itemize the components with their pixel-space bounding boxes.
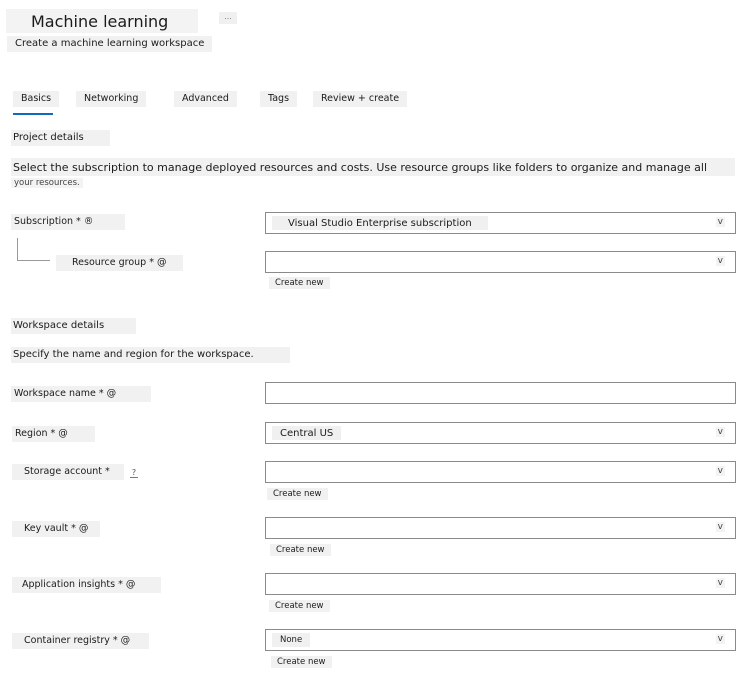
project-description: Select the subscription to manage deploy… bbox=[11, 158, 735, 176]
create-new-storage-link[interactable]: Create new bbox=[267, 488, 328, 500]
subscription-value: Visual Studio Enterprise subscription bbox=[272, 216, 488, 230]
tab-review-create[interactable]: Review + create bbox=[313, 91, 408, 107]
region-label: Region * @ bbox=[12, 426, 95, 442]
tab-advanced[interactable]: Advanced bbox=[174, 91, 237, 107]
tree-connector bbox=[17, 260, 50, 261]
chevron-down-icon: v bbox=[715, 634, 725, 644]
resource-group-label: Resource group * @ bbox=[56, 255, 183, 271]
help-icon[interactable]: ? bbox=[130, 467, 138, 478]
project-details-heading: Project details bbox=[11, 130, 110, 146]
workspace-description: Specify the name and region for the work… bbox=[11, 347, 290, 363]
storage-account-select[interactable]: v bbox=[265, 461, 736, 483]
container-registry-value: None bbox=[272, 633, 311, 647]
subscription-label: Subscription * ® bbox=[11, 214, 125, 230]
chevron-down-icon: v bbox=[715, 427, 725, 437]
create-new-insights-link[interactable]: Create new bbox=[269, 600, 330, 612]
chevron-down-icon: v bbox=[715, 578, 725, 588]
tree-connector bbox=[17, 238, 18, 261]
more-options-icon[interactable]: ... bbox=[219, 12, 237, 24]
page-title: Machine learning bbox=[6, 9, 198, 33]
chevron-down-icon: v bbox=[715, 256, 725, 266]
subscription-select[interactable]: Visual Studio Enterprise subscription v bbox=[265, 212, 736, 234]
region-select[interactable]: Central US v bbox=[265, 422, 736, 444]
key-vault-label: Key vault * @ bbox=[12, 521, 100, 537]
region-value: Central US bbox=[272, 426, 342, 440]
tab-basics[interactable]: Basics bbox=[13, 91, 60, 107]
application-insights-label: Application insights * @ bbox=[12, 577, 161, 593]
create-new-registry-link[interactable]: Create new bbox=[271, 656, 332, 668]
key-vault-select[interactable]: v bbox=[265, 517, 736, 539]
workspace-name-input[interactable] bbox=[265, 382, 736, 404]
create-new-resource-group-link[interactable]: Create new bbox=[269, 277, 330, 289]
project-description-cont: your resources. bbox=[11, 178, 83, 188]
workspace-name-label: Workspace name * @ bbox=[11, 386, 151, 402]
storage-account-label: Storage account * bbox=[12, 464, 124, 480]
tab-tags[interactable]: Tags bbox=[260, 91, 298, 107]
chevron-down-icon: v bbox=[715, 217, 725, 227]
resource-group-select[interactable]: v bbox=[265, 251, 736, 273]
tab-networking[interactable]: Networking bbox=[76, 91, 147, 107]
page-subtitle: Create a machine learning workspace bbox=[7, 36, 213, 52]
chevron-down-icon: v bbox=[715, 466, 725, 476]
create-new-key-vault-link[interactable]: Create new bbox=[270, 544, 331, 556]
chevron-down-icon: v bbox=[715, 522, 725, 532]
container-registry-label: Container registry * @ bbox=[12, 633, 149, 649]
active-tab-indicator bbox=[13, 113, 53, 115]
application-insights-select[interactable]: v bbox=[265, 573, 736, 595]
container-registry-select[interactable]: None v bbox=[265, 629, 736, 651]
workspace-details-heading: Workspace details bbox=[11, 318, 136, 334]
